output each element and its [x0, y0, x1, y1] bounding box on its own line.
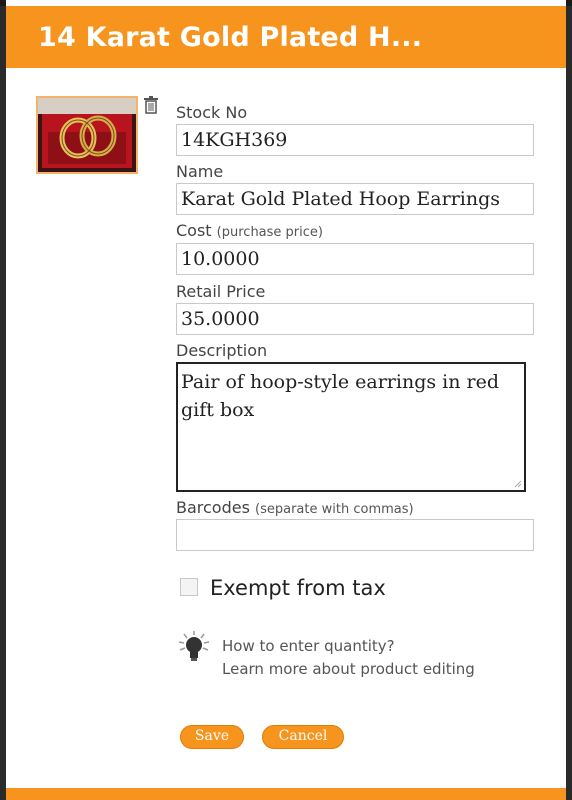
header-bar: 14 Karat Gold Plated H...	[6, 6, 566, 68]
retail-price-input[interactable]: 35.0000	[176, 303, 534, 335]
quantity-help-link[interactable]: How to enter quantity?	[222, 637, 395, 655]
description-text: Pair of hoop-style earrings in red gift …	[181, 371, 499, 421]
exempt-tax-checkbox[interactable]	[180, 578, 198, 596]
name-label: Name	[176, 162, 224, 181]
stock-no-input[interactable]: 14KGH369	[176, 124, 534, 156]
description-label: Description	[176, 341, 268, 360]
cost-input[interactable]: 10.0000	[176, 243, 534, 275]
cancel-button[interactable]: Cancel	[262, 725, 344, 749]
stock-no-label: Stock No	[176, 103, 248, 122]
exempt-tax-label[interactable]: Exempt from tax	[210, 576, 386, 600]
cost-label: Cost (purchase price)	[176, 221, 323, 240]
cost-label-text: Cost	[176, 221, 212, 240]
product-photo-icon	[38, 98, 136, 172]
description-textarea[interactable]: Pair of hoop-style earrings in red gift …	[176, 362, 526, 492]
barcodes-input[interactable]	[176, 519, 534, 551]
product-thumbnail[interactable]	[36, 96, 138, 174]
resize-handle-icon[interactable]	[512, 478, 522, 488]
retail-price-label: Retail Price	[176, 282, 266, 301]
barcodes-label-text: Barcodes	[176, 498, 250, 517]
delete-image-icon[interactable]	[143, 96, 159, 114]
save-button[interactable]: Save	[180, 725, 244, 749]
editing-help-link[interactable]: Learn more about product editing	[222, 660, 475, 678]
name-input[interactable]: Karat Gold Plated Hoop Earrings	[176, 183, 534, 215]
product-edit-panel: 14 Karat Gold Plated H... Stock No 14KGH…	[6, 0, 566, 800]
cost-hint: (purchase price)	[216, 225, 323, 240]
barcodes-hint: (separate with commas)	[255, 502, 414, 517]
footer-bar	[6, 788, 566, 800]
barcodes-label: Barcodes (separate with commas)	[176, 498, 414, 517]
lightbulb-icon	[176, 630, 212, 664]
page-title: 14 Karat Gold Plated H...	[38, 22, 423, 53]
